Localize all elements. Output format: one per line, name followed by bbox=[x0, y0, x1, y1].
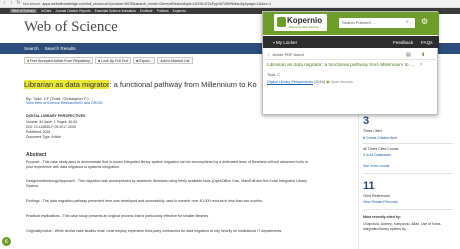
citation-sidebar: 3 Times Cited ♦ Create Citation Alert Al… bbox=[358, 115, 460, 249]
cited-refs-label: Cited References bbox=[363, 194, 391, 198]
url-input[interactable]: apps.webofknowledge.com/full_record.do?p… bbox=[42, 2, 271, 6]
kopernio-powered: Powered by Web of Science bbox=[289, 26, 319, 29]
gear-icon[interactable]: ⚙ bbox=[421, 17, 428, 26]
search-icon[interactable]: ⌕ bbox=[406, 19, 409, 25]
kopernio-brand: Kopernio bbox=[287, 16, 323, 25]
nav-esi[interactable]: Essential Science Indicators bbox=[95, 9, 136, 13]
volume-info: Volume: 34 Issue: 1 Pages: 46-63 bbox=[26, 120, 77, 124]
kopernio-header: Kopernio Powered by Web of Science Searc… bbox=[263, 12, 439, 35]
kopernio-article-title[interactable]: Librarian as data migrator: a functional… bbox=[267, 63, 419, 68]
abstract-practical: Practical implications - This case study… bbox=[26, 214, 210, 218]
my-locker-link[interactable]: ▪ My Locker bbox=[273, 40, 297, 45]
document-icon: ■ bbox=[98, 58, 101, 63]
related-records-link[interactable]: View Related Records bbox=[363, 200, 398, 204]
faqs-link[interactable]: FAQs bbox=[421, 40, 433, 45]
free-version-button[interactable]: ■ Free Accepted Article From Repository bbox=[24, 57, 94, 64]
title-rest: : a functional pathway from Millennium t… bbox=[109, 80, 257, 89]
nav-publons[interactable]: Publons bbox=[157, 9, 169, 13]
kopernio-article-journal: Digital Library Perspectives (2018) ◉ Op… bbox=[267, 79, 353, 84]
kopernio-mark-icon bbox=[277, 17, 286, 27]
all-databases-link[interactable]: 3 in All Databases bbox=[363, 153, 391, 157]
journal-link[interactable]: Digital Library Perspectives bbox=[267, 80, 313, 84]
nav-endnote[interactable]: EndNote bbox=[140, 9, 153, 13]
add-marked-list-button[interactable]: Add to Marked List bbox=[157, 57, 193, 64]
article-title: Librarian as data migrator: a functional… bbox=[24, 80, 269, 89]
orcid-link[interactable]: View Web of Science ResearcherID and ORC… bbox=[26, 101, 103, 105]
doi-info: DOI: 10.1108/DLP-09-2017-0035 bbox=[26, 125, 76, 129]
pdf-found-row: ✓ Article PDF found bbox=[263, 50, 439, 60]
pubmed-search-input[interactable]: Search Pubmed ... bbox=[339, 18, 415, 28]
divider bbox=[363, 209, 453, 210]
look-up-full-text-button[interactable]: ■ Look Up Full Text bbox=[95, 57, 132, 64]
add-marked-label: Add to Marked List bbox=[160, 58, 190, 63]
nav-jcr[interactable]: Journal Citation Reports bbox=[55, 9, 90, 13]
pdf-found-label: Article PDF found bbox=[272, 52, 304, 57]
save-to-locker-icon[interactable]: ▤ bbox=[406, 52, 411, 58]
export-icon: ■ bbox=[136, 58, 139, 63]
kopernio-nav-bar: ▪ My Locker Feedback FAQs bbox=[263, 36, 439, 48]
wos-logo[interactable]: Web of Science bbox=[24, 19, 118, 36]
open-arrow-icon[interactable]: › bbox=[420, 62, 422, 68]
journal-name[interactable]: DIGITAL LIBRARY PERSPECTIVES bbox=[26, 114, 85, 118]
security-indicator[interactable]: Not secure bbox=[23, 2, 40, 6]
check-icon: ✓ bbox=[267, 52, 271, 57]
free-version-label: Free Accepted Article From Repository bbox=[30, 58, 91, 63]
forward-icon[interactable]: › bbox=[9, 1, 14, 6]
kopernio-popup: Kopernio Powered by Web of Science Searc… bbox=[262, 11, 439, 115]
look-up-label: Look Up Full Text bbox=[101, 58, 129, 63]
create-alert-link[interactable]: ♦ Create Citation Alert bbox=[363, 135, 397, 140]
reload-icon[interactable]: ↻ bbox=[16, 1, 21, 6]
search-link[interactable]: Search bbox=[24, 46, 39, 51]
bell-icon: ♦ bbox=[363, 135, 366, 140]
divider bbox=[363, 173, 453, 174]
abstract-design: Design/methodology/approach - This migra… bbox=[26, 179, 307, 188]
article-year: (2018) bbox=[314, 80, 326, 84]
doctype-info: Document Type: Article bbox=[26, 135, 61, 139]
kopernio-logo[interactable]: Kopernio Powered by Web of Science bbox=[274, 14, 327, 31]
nav-web-of-science[interactable]: Web of Science bbox=[10, 9, 38, 13]
kopernio-dock-icon[interactable]: K bbox=[2, 237, 11, 246]
title-highlight: Librarian as data migrator bbox=[24, 80, 110, 89]
browser-url-bar: ‹ › ↻ Not secure apps.webofknowledge.com… bbox=[0, 0, 460, 8]
record-toolbar: ■ Free Accepted Article From Repository … bbox=[24, 57, 193, 65]
back-icon[interactable]: ‹ bbox=[2, 1, 7, 6]
abstract-heading: Abstract bbox=[26, 152, 47, 158]
cited-refs-count[interactable]: 11 bbox=[363, 180, 375, 192]
published-info: Published: 2018 bbox=[26, 130, 51, 134]
download-icon[interactable]: ⬇ bbox=[421, 52, 425, 58]
feedback-link[interactable]: Feedback bbox=[393, 40, 413, 45]
abstract-purpose: Purpose - This case study aims to demons… bbox=[26, 160, 309, 169]
abstract-originality: Originality/value - While similar case s… bbox=[26, 229, 283, 233]
nav-incites[interactable]: InCites bbox=[41, 9, 51, 13]
export-label: Export... bbox=[139, 58, 153, 63]
see-more-counts-link[interactable]: See more counts bbox=[363, 164, 389, 168]
divider bbox=[363, 143, 453, 144]
my-locker-label: My Locker bbox=[275, 39, 298, 45]
times-cited-count[interactable]: 3 bbox=[363, 115, 369, 127]
open-access-label: Open Access bbox=[330, 80, 353, 84]
export-button[interactable]: ■ Export... bbox=[133, 57, 156, 64]
most-recent-label: Most recently cited by: bbox=[363, 215, 401, 219]
recent-citing-entry[interactable]: Chaputula, Aubrey; Kanyundo, Allan. Use … bbox=[363, 222, 451, 231]
unlock-icon: ■ bbox=[27, 58, 30, 63]
all-times-cited-label: All Times Cited Counts bbox=[363, 147, 399, 151]
abstract-findings: Findings - The data migration pathway pr… bbox=[26, 199, 264, 203]
times-cited-label: Times Cited bbox=[363, 129, 382, 133]
nav-kopernio[interactable]: Kopernio bbox=[173, 9, 186, 13]
kopernio-article-author: Todd, C bbox=[267, 73, 281, 77]
search-results-link[interactable]: Search Results bbox=[45, 46, 76, 51]
create-alert-label: Create Citation Alert bbox=[366, 135, 398, 140]
